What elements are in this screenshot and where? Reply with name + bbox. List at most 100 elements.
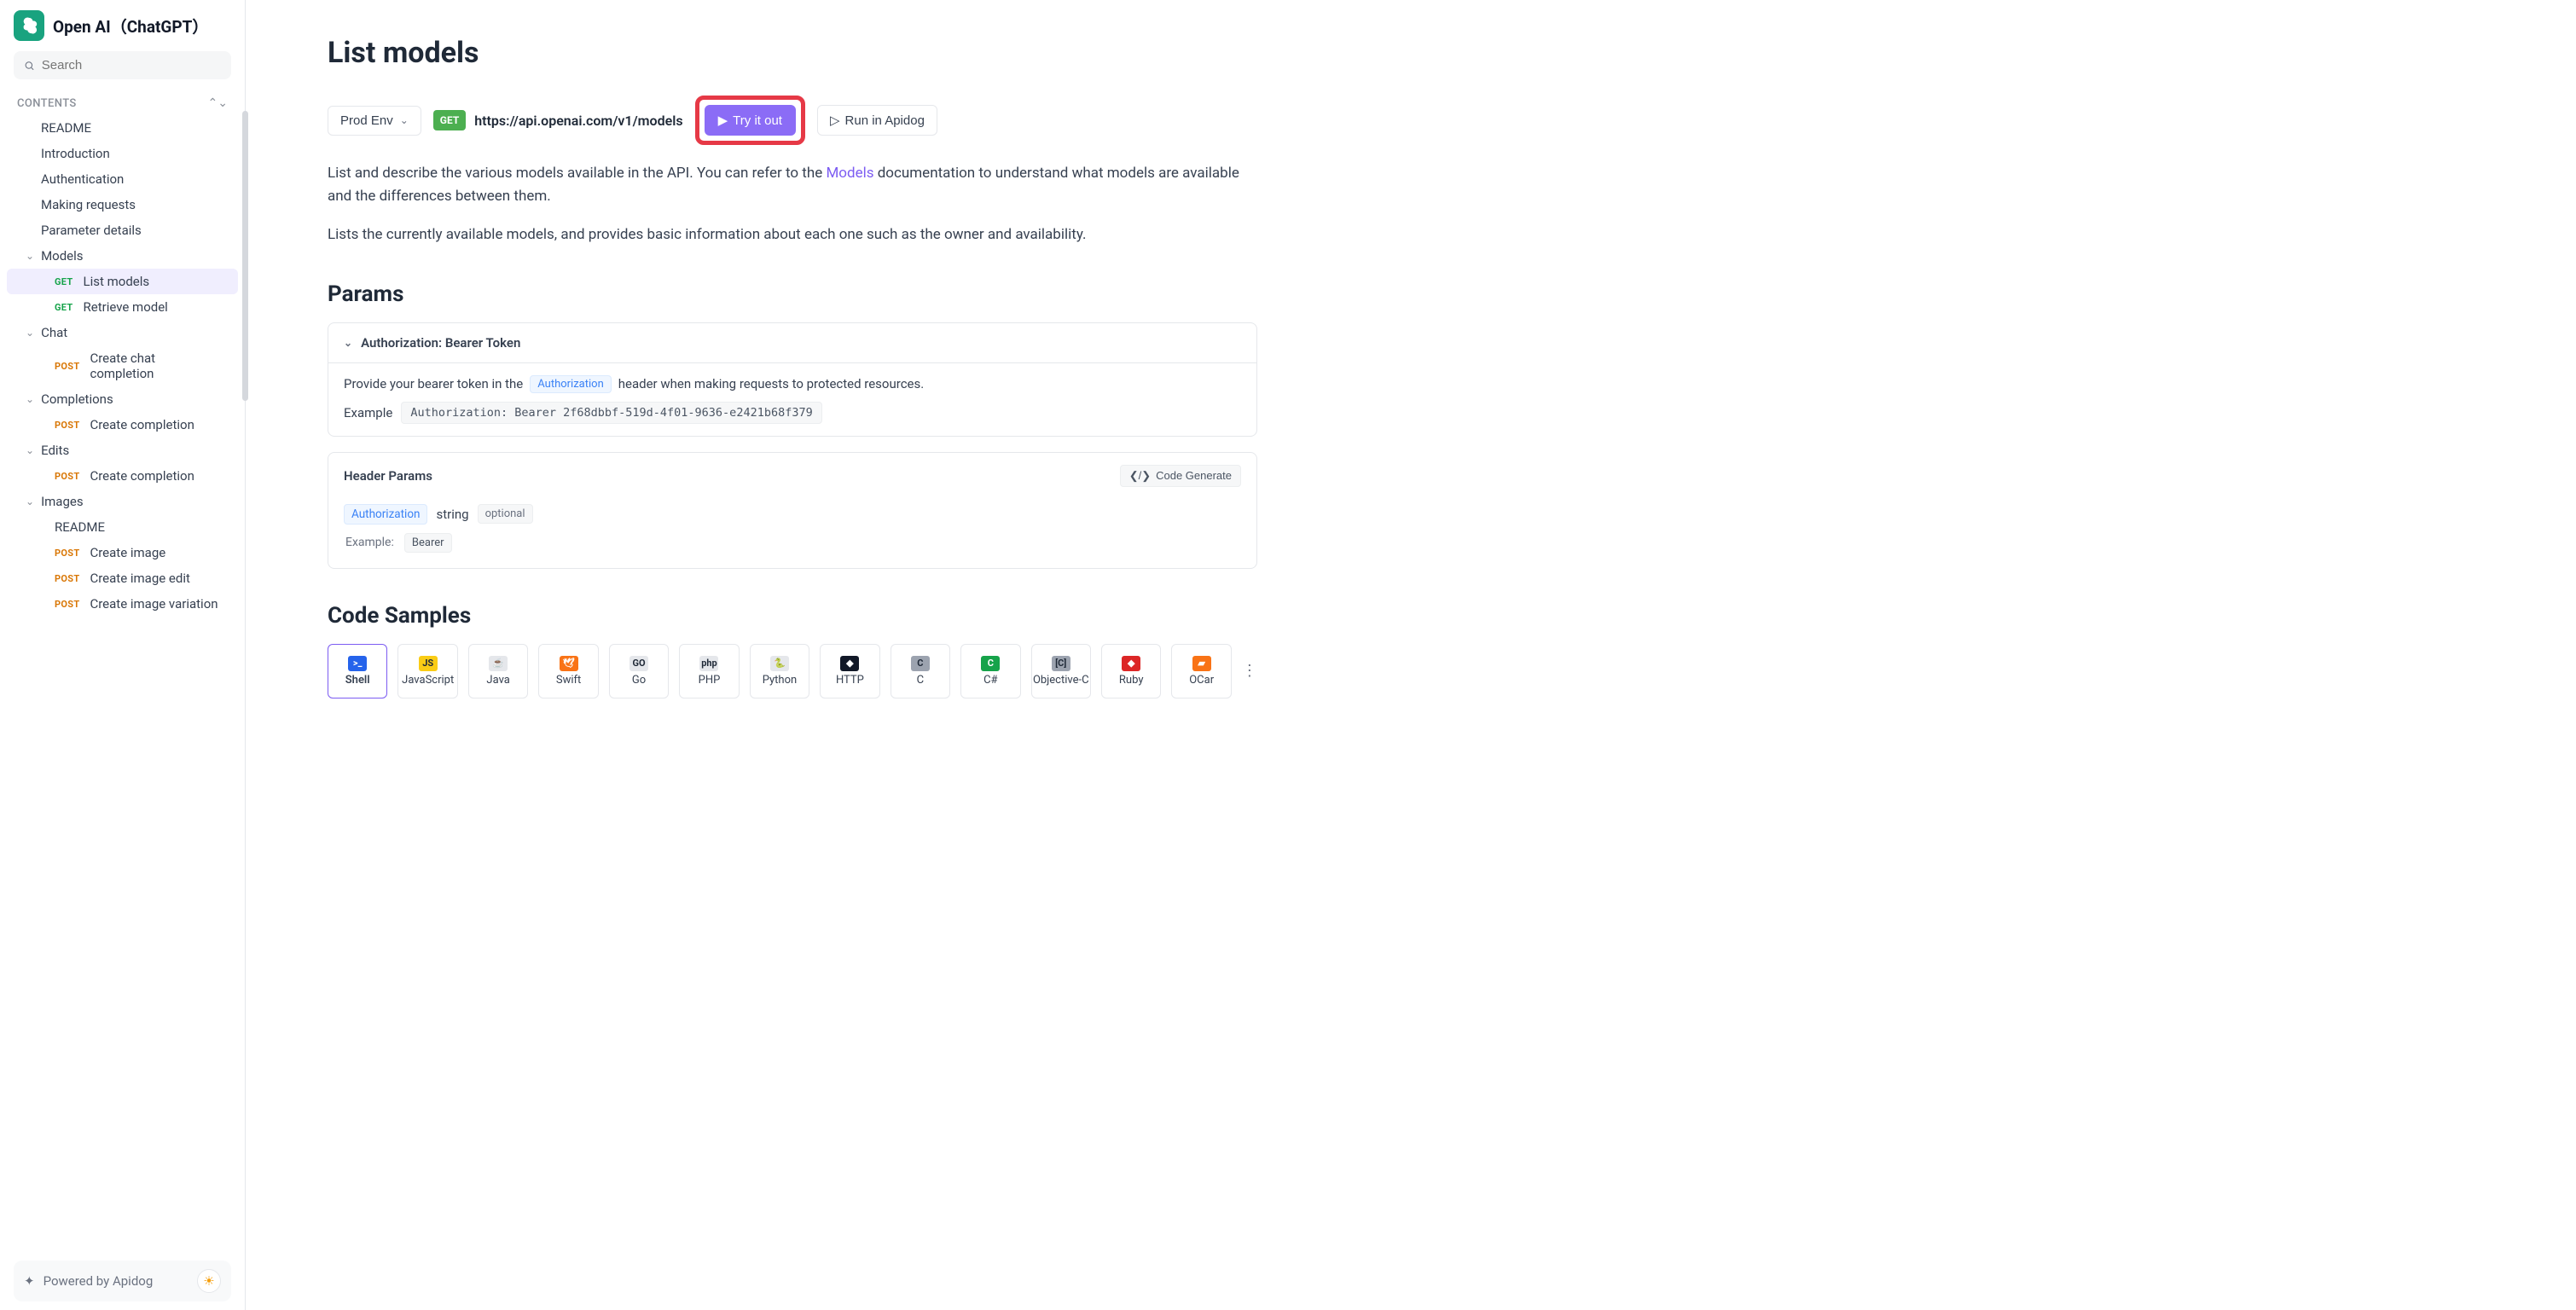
contents-label: CONTENTS <box>17 97 77 110</box>
lang-label: Python <box>763 674 797 687</box>
run-in-apidog-button[interactable]: ▷ Run in Apidog <box>817 105 937 136</box>
search-field[interactable] <box>42 58 221 72</box>
lang-icon: C <box>981 656 1000 671</box>
lang-label: C# <box>983 674 997 687</box>
lang-tab-shell[interactable]: >_ Shell <box>328 644 387 698</box>
nav-group-edits[interactable]: ⌄Edits <box>7 438 238 463</box>
collapse-icon[interactable]: ⌃⌄ <box>208 96 228 110</box>
lang-icon: >_ <box>348 656 367 671</box>
lang-icon: ◆ <box>1122 656 1140 671</box>
nav-group-chat[interactable]: ⌄Chat <box>7 320 238 345</box>
annotation-highlight: ▶ Try it out <box>695 96 805 145</box>
chevron-down-icon: ⌄ <box>26 393 34 405</box>
lang-tab-python[interactable]: 🐍 Python <box>750 644 809 698</box>
nav-subitem-create-image-edit[interactable]: POSTCreate image edit <box>7 565 238 591</box>
lang-label: Objective-C <box>1033 674 1089 687</box>
header-params-title: Header Params <box>344 468 432 484</box>
example-value: Authorization: Bearer 2f68dbbf-519d-4f01… <box>401 402 821 424</box>
lang-label: HTTP <box>836 674 864 687</box>
lang-icon: [C] <box>1052 656 1070 671</box>
env-selector[interactable]: Prod Env ⌄ <box>328 106 421 136</box>
lang-label: Ruby <box>1119 674 1144 687</box>
lang-icon: GO <box>629 656 648 671</box>
chevron-down-icon: ⌄ <box>26 496 34 507</box>
lang-icon: ◆ <box>840 656 859 671</box>
nav-subitem-images-readme[interactable]: README <box>7 514 238 540</box>
lang-label: Swift <box>556 674 581 687</box>
authorization-panel: ⌄ Authorization: Bearer Token Provide yo… <box>328 322 1257 437</box>
lang-label: Go <box>632 674 646 687</box>
param-type: string <box>436 507 468 522</box>
nav-group-models[interactable]: ⌄Models <box>7 243 238 269</box>
lang-label: C <box>917 674 924 687</box>
code-generate-button[interactable]: ❮/❯ Code Generate <box>1120 465 1241 487</box>
lang-icon: 🐍 <box>770 656 789 671</box>
apidog-icon: ✦ <box>24 1273 35 1289</box>
nav-item-readme[interactable]: README <box>7 115 238 141</box>
nav-subitem-retrieve-model[interactable]: GETRetrieve model <box>7 294 238 320</box>
brand-title: Open AI（ChatGPT） <box>53 14 208 38</box>
lang-label: JavaScript <box>402 674 454 687</box>
lang-tab-ocar[interactable]: ▰ OCar <box>1171 644 1231 698</box>
endpoint-description-2: Lists the currently available models, an… <box>328 223 1249 246</box>
lang-tab-objective-c[interactable]: [C] Objective-C <box>1031 644 1091 698</box>
nav-subitem-create-completion-edit[interactable]: POSTCreate completion <box>7 463 238 489</box>
lang-tab-c[interactable]: CC <box>891 644 950 698</box>
brand-logo-icon <box>14 10 44 41</box>
chevron-down-icon: ⌄ <box>26 444 34 456</box>
authorization-panel-header[interactable]: ⌄ Authorization: Bearer Token <box>328 323 1256 363</box>
nav-subitem-create-chat-completion[interactable]: POSTCreate chat completion <box>7 345 238 386</box>
lang-tab-java[interactable]: ☕Java <box>468 644 528 698</box>
nav-group-completions[interactable]: ⌄Completions <box>7 386 238 412</box>
lang-icon: 🕊 <box>560 656 578 671</box>
code-sample-tabs: >_ Shell JS JavaScript ☕Java 🕊 Swift GO Go php PHP… <box>328 644 1257 698</box>
lang-tab-javascript[interactable]: JS JavaScript <box>397 644 457 698</box>
nav-group-images[interactable]: ⌄Images <box>7 489 238 514</box>
chevron-down-icon: ⌄ <box>26 250 34 262</box>
sidebar: Open AI（ChatGPT） CONTENTS ⌃⌄ README Intr… <box>0 0 246 1310</box>
lang-tab-swift[interactable]: 🕊 Swift <box>538 644 598 698</box>
nav-subitem-create-completion[interactable]: POSTCreate completion <box>7 412 238 438</box>
lang-label: Shell <box>345 674 370 687</box>
main-content: List models Prod Env ⌄ GET https://api.o… <box>246 0 2576 1310</box>
search-input[interactable] <box>14 51 231 79</box>
powered-by-label: Powered by Apidog <box>44 1273 154 1289</box>
nav-item-making-requests[interactable]: Making requests <box>7 192 238 217</box>
nav-subitem-create-image-variation[interactable]: POSTCreate image variation <box>7 591 238 617</box>
models-doc-link[interactable]: Models <box>826 165 873 182</box>
endpoint-url-text: https://api.openai.com/v1/models <box>474 113 682 129</box>
chevron-down-icon: ⌄ <box>26 327 34 339</box>
lang-icon: JS <box>419 656 438 671</box>
scrollbar-thumb[interactable] <box>242 111 248 401</box>
lang-label: OCar <box>1189 674 1214 687</box>
nav-item-authentication[interactable]: Authentication <box>7 166 238 192</box>
lang-label: Java <box>486 674 509 687</box>
code-icon: ❮/❯ <box>1129 469 1151 483</box>
search-icon <box>24 60 35 72</box>
code-samples-heading: Code Samples <box>328 603 2508 629</box>
try-it-out-button[interactable]: ▶ Try it out <box>705 105 796 136</box>
nav-tree: README Introduction Authentication Makin… <box>0 115 245 1310</box>
lang-label: PHP <box>699 674 721 687</box>
powered-by-card[interactable]: ✦ Powered by Apidog ☀ <box>14 1261 231 1301</box>
chevron-down-icon: ⌄ <box>400 114 409 126</box>
nav-item-parameter-details[interactable]: Parameter details <box>7 217 238 243</box>
lang-tab-go[interactable]: GO Go <box>609 644 669 698</box>
lang-icon: ▰ <box>1192 656 1211 671</box>
param-name-chip: Authorization <box>344 504 427 525</box>
nav-subitem-list-models[interactable]: GETList models <box>7 269 238 294</box>
lang-tab-http[interactable]: ◆ HTTP <box>820 644 879 698</box>
authorization-tag: Authorization <box>530 375 612 393</box>
lang-tab-c-[interactable]: C C# <box>960 644 1020 698</box>
lang-icon: php <box>699 656 718 671</box>
lang-tab-php[interactable]: php PHP <box>679 644 739 698</box>
nav-subitem-create-image[interactable]: POSTCreate image <box>7 540 238 565</box>
param-example-value: Bearer <box>404 533 452 553</box>
lang-tab-ruby[interactable]: ◆ Ruby <box>1101 644 1161 698</box>
theme-toggle[interactable]: ☀ <box>197 1269 221 1293</box>
play-icon: ▶ <box>718 113 728 128</box>
endpoint-description-1: List and describe the various models ava… <box>328 162 1249 208</box>
more-languages-button[interactable]: ⋮ <box>1242 644 1257 698</box>
param-optional-chip: optional <box>478 504 533 524</box>
nav-item-introduction[interactable]: Introduction <box>7 141 238 166</box>
